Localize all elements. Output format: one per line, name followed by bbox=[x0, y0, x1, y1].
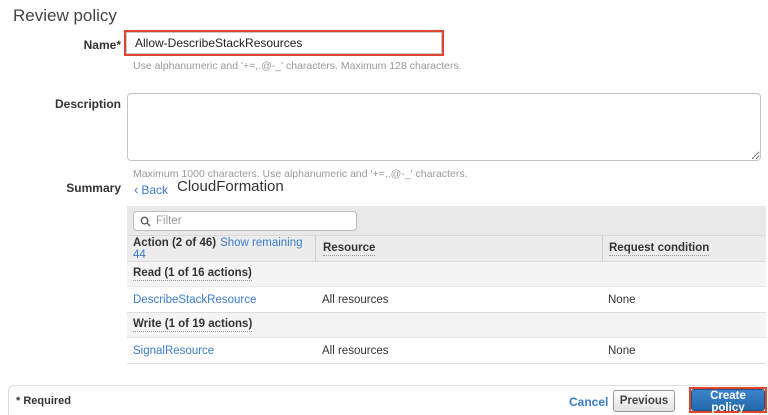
filter-strip bbox=[127, 206, 766, 235]
resource-cell: All resources bbox=[315, 345, 602, 357]
annotation-box-create-button: Create policy bbox=[689, 387, 767, 413]
name-label: Name* bbox=[0, 38, 121, 52]
search-icon bbox=[140, 216, 151, 227]
description-label: Description bbox=[0, 97, 121, 111]
table-row: SignalResource All resources None bbox=[127, 337, 766, 363]
service-name: CloudFormation bbox=[177, 178, 284, 195]
action-link-describestackresource[interactable]: DescribeStackResource bbox=[133, 294, 256, 306]
summary-label: Summary bbox=[0, 181, 121, 195]
policy-summary-table: Action (2 of 46)Show remaining 44 Resour… bbox=[127, 206, 766, 364]
description-textarea[interactable] bbox=[127, 93, 761, 161]
footer-bar: * Required Cancel Previous Create policy bbox=[8, 385, 760, 415]
chevron-left-icon: ‹ bbox=[134, 182, 138, 197]
cancel-link[interactable]: Cancel bbox=[569, 395, 608, 409]
column-header-resource: Resource bbox=[315, 236, 602, 261]
previous-button[interactable]: Previous bbox=[613, 390, 675, 412]
column-header-action: Action (2 of 46)Show remaining 44 bbox=[127, 237, 315, 261]
required-note: * Required bbox=[16, 395, 71, 407]
table-row: DescribeStackResource All resources None bbox=[127, 286, 766, 312]
condition-cell: None bbox=[602, 345, 766, 357]
filter-input-wrap[interactable] bbox=[133, 211, 357, 231]
back-link[interactable]: ‹Back bbox=[134, 182, 168, 197]
name-help-text: Use alphanumeric and '+=,.@-_' character… bbox=[133, 60, 462, 72]
filter-input[interactable] bbox=[156, 215, 350, 227]
group-row-read: Read (1 of 16 actions) bbox=[127, 261, 766, 286]
page-title: Review policy bbox=[13, 6, 117, 26]
create-policy-button[interactable]: Create policy bbox=[691, 389, 765, 411]
condition-cell: None bbox=[602, 294, 766, 306]
column-header-request-condition: Request condition bbox=[602, 236, 766, 261]
action-link-signalresource[interactable]: SignalResource bbox=[133, 345, 214, 357]
group-row-write: Write (1 of 19 actions) bbox=[127, 312, 766, 337]
annotation-box-name-input bbox=[124, 30, 444, 56]
resource-cell: All resources bbox=[315, 294, 602, 306]
table-header-row: Action (2 of 46)Show remaining 44 Resour… bbox=[127, 235, 766, 261]
policy-name-input[interactable] bbox=[126, 32, 442, 54]
back-link-label: Back bbox=[141, 183, 168, 197]
